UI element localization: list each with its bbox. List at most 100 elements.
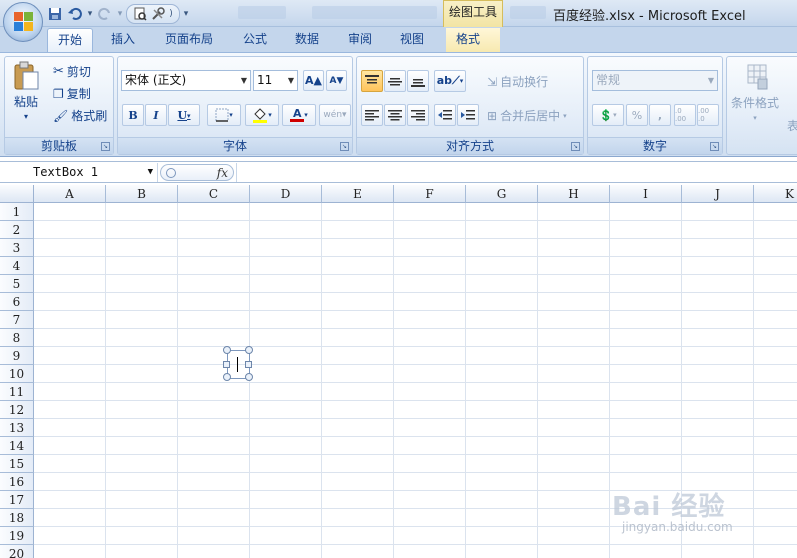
print-preview-icon[interactable] <box>131 5 149 23</box>
underline-button[interactable]: U ▾ <box>168 104 200 126</box>
tab-formulas[interactable]: 公式 <box>233 28 277 52</box>
decrease-indent-button[interactable] <box>434 104 456 126</box>
tab-home[interactable]: 开始 <box>47 28 94 52</box>
copy-button[interactable]: ❐ 复制 <box>53 85 91 102</box>
phonetic-button[interactable]: wén ▾ <box>319 104 351 126</box>
wrap-text-button[interactable]: ⇲ 自动换行 <box>487 73 548 90</box>
number-format-combo[interactable]: 常规 ▼ <box>592 70 718 91</box>
row-header[interactable]: 7 <box>0 311 34 329</box>
align-center-button[interactable] <box>384 104 406 126</box>
align-middle-button[interactable] <box>384 70 406 92</box>
tab-page-layout[interactable]: 页面布局 <box>155 28 223 52</box>
font-color-button[interactable]: A ▾ <box>282 104 316 126</box>
column-header[interactable]: E <box>322 185 394 203</box>
accounting-format-button[interactable]: 💲 ▾ <box>592 104 624 126</box>
resize-handle[interactable] <box>223 373 231 381</box>
resize-handle[interactable] <box>245 346 253 354</box>
customize-icon[interactable]: ▾ <box>182 9 190 19</box>
clipboard-launcher-icon[interactable]: ↘ <box>101 142 110 151</box>
grow-font-button[interactable]: A ▲ <box>303 70 324 91</box>
column-header[interactable]: B <box>106 185 178 203</box>
row-header[interactable]: 2 <box>0 221 34 239</box>
fill-color-button[interactable]: ▾ <box>245 104 279 126</box>
name-box[interactable]: TextBox 1 ▼ <box>0 163 158 182</box>
tab-insert[interactable]: 插入 <box>101 28 145 52</box>
row-header[interactable]: 18 <box>0 509 34 527</box>
insert-function-button[interactable]: fx <box>217 165 228 181</box>
clipboard-group: 粘贴 ▾ ✂ 剪切 ❐ 复制 🖌 格式刷 剪贴板 ↘ <box>4 56 114 155</box>
row-header[interactable]: 4 <box>0 257 34 275</box>
row-header[interactable]: 17 <box>0 491 34 509</box>
textbox-1[interactable] <box>223 346 253 381</box>
decrease-decimal-button[interactable]: .00 .0 <box>697 104 719 126</box>
row-header[interactable]: 10 <box>0 365 34 383</box>
align-right-button[interactable] <box>407 104 429 126</box>
number-launcher-icon[interactable]: ↘ <box>710 142 719 151</box>
tools-icon[interactable] <box>149 5 167 23</box>
alignment-launcher-icon[interactable]: ↘ <box>571 142 580 151</box>
row-header[interactable]: 9 <box>0 347 34 365</box>
column-header[interactable]: D <box>250 185 322 203</box>
row-header[interactable]: 3 <box>0 239 34 257</box>
tab-view[interactable]: 视图 <box>390 28 434 52</box>
name-box-dropdown-icon[interactable]: ▼ <box>148 163 153 182</box>
percent-style-button[interactable]: % <box>626 104 648 126</box>
orientation-button[interactable]: ab⟋ ▾ <box>434 70 466 92</box>
cut-button[interactable]: ✂ 剪切 <box>53 63 91 80</box>
font-name-combo[interactable]: 宋体 (正文) ▼ <box>121 70 251 91</box>
row-header[interactable]: 12 <box>0 401 34 419</box>
italic-button[interactable]: I <box>145 104 167 126</box>
row-header[interactable]: 1 <box>0 203 34 221</box>
resize-handle[interactable] <box>245 373 253 381</box>
align-bottom-button[interactable] <box>407 70 429 92</box>
row-header[interactable]: 5 <box>0 275 34 293</box>
resize-handle[interactable] <box>223 346 231 354</box>
column-header[interactable]: K <box>754 185 797 203</box>
resize-handle[interactable] <box>245 361 252 368</box>
redo-dropdown-icon[interactable]: ▾ <box>116 9 124 19</box>
format-painter-button[interactable]: 🖌 格式刷 <box>53 107 107 124</box>
row-header[interactable]: 20 <box>0 545 34 558</box>
office-button[interactable] <box>3 2 43 42</box>
merge-center-button[interactable]: ⊞ 合并后居中 ▾ <box>487 107 567 124</box>
increase-indent-button[interactable] <box>457 104 479 126</box>
font-size-combo[interactable]: 11 ▼ <box>253 70 298 91</box>
column-header[interactable]: C <box>178 185 250 203</box>
borders-button[interactable]: ▾ <box>207 104 241 126</box>
redo-icon[interactable] <box>96 5 114 23</box>
column-header[interactable]: I <box>610 185 682 203</box>
row-header[interactable]: 15 <box>0 455 34 473</box>
row-header[interactable]: 16 <box>0 473 34 491</box>
select-all-button[interactable] <box>0 185 34 203</box>
row-header[interactable]: 14 <box>0 437 34 455</box>
formula-input[interactable] <box>236 163 794 182</box>
table-format-button[interactable]: 表 <box>787 117 797 134</box>
undo-icon[interactable] <box>66 5 84 23</box>
column-header[interactable]: A <box>34 185 106 203</box>
save-icon[interactable] <box>46 5 64 23</box>
row-header[interactable]: 13 <box>0 419 34 437</box>
tab-format[interactable]: 格式 <box>446 28 500 52</box>
tab-data[interactable]: 数据 <box>285 28 329 52</box>
column-header[interactable]: H <box>538 185 610 203</box>
row-header[interactable]: 8 <box>0 329 34 347</box>
column-header[interactable]: G <box>466 185 538 203</box>
paste-button[interactable]: 粘贴 ▾ <box>11 61 41 121</box>
align-top-button[interactable] <box>361 70 383 92</box>
row-header[interactable]: 19 <box>0 527 34 545</box>
row-header[interactable]: 11 <box>0 383 34 401</box>
row-header[interactable]: 6 <box>0 293 34 311</box>
comma-style-button[interactable]: , <box>649 104 671 126</box>
font-launcher-icon[interactable]: ↘ <box>340 142 349 151</box>
tab-review[interactable]: 审阅 <box>338 28 382 52</box>
align-left-button[interactable] <box>361 104 383 126</box>
shrink-font-button[interactable]: A ▼ <box>326 70 347 91</box>
column-header[interactable]: J <box>682 185 754 203</box>
merge-center-label: 合并后居中 <box>500 109 561 123</box>
conditional-format-button[interactable]: 条件格式 ▾ <box>731 63 779 122</box>
resize-handle[interactable] <box>223 361 230 368</box>
increase-decimal-button[interactable]: .0 .00 <box>674 104 696 126</box>
column-header[interactable]: F <box>394 185 466 203</box>
undo-dropdown-icon[interactable]: ▾ <box>86 9 94 19</box>
bold-button[interactable]: B <box>122 104 144 126</box>
